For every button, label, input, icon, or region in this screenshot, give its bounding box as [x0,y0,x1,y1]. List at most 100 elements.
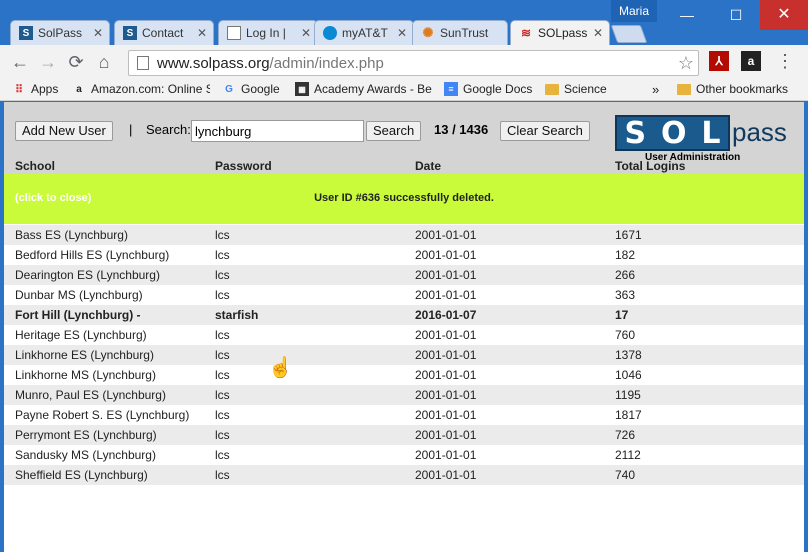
cell-school: Dunbar MS (Lynchburg) [15,288,143,302]
cell-date: 2001-01-01 [415,368,477,382]
table-row[interactable]: Linkhorne ES (Lynchburg) lcs 2001-01-01 137… [4,345,804,365]
cell-password: lcs [215,388,230,402]
separator: | [129,122,133,137]
cell-logins: 1378 [615,348,642,362]
bookmark-academy-awards[interactable]: ▦ Academy Awards - Be [295,82,433,96]
table-row[interactable]: Sandusky MS (Lynchburg) lcs 2001-01-01 2112 [4,445,804,465]
tab-solpass-active[interactable]: ≋ SOLpass ✕ [510,20,610,45]
cell-school: Payne Robert S. ES (Lynchburg) [15,408,190,422]
logo-pass-text: pass [732,117,787,147]
att-globe-icon [323,26,337,40]
tab-myatt[interactable]: myAT&T ✕ [314,20,414,45]
bookmark-amazon[interactable]: a Amazon.com: Online S [72,82,210,96]
cell-password: lcs [215,448,230,462]
bookmark-google[interactable]: G Google [222,82,280,96]
bookmark-apps[interactable]: ⠿ Apps [12,82,58,96]
bookmark-star-icon[interactable]: ☆ [678,53,694,74]
success-notice[interactable]: User ID #636 successfully deleted. (clic… [4,174,804,224]
table-row[interactable]: Bass ES (Lynchburg) lcs 2001-01-01 1671 [4,225,804,245]
column-header-total-logins[interactable]: Total Logins [615,159,685,173]
cell-logins: 266 [615,268,636,282]
maximize-button[interactable]: ☐ [712,0,760,30]
browser-toolbar: ← → ⟳ ⌂ www.solpass.org/admin/index.php … [0,45,808,79]
table-row[interactable]: Dearington ES (Lynchburg) lcs 2001-01-01 26… [4,265,804,285]
browser-menu-icon[interactable]: ⋮ [776,51,794,72]
pdf-extension-icon[interactable]: ⅄ [709,51,729,71]
table-row[interactable]: Heritage ES (Lynchburg) lcs 2001-01-01 760 [4,325,804,345]
tab-label: SolPass [38,26,83,40]
search-input[interactable] [191,120,364,142]
film-icon: ▦ [295,82,309,96]
solpass-swoosh-icon: ≋ [520,26,532,40]
column-header-password[interactable]: Password [215,159,272,173]
close-tab-icon[interactable]: ✕ [93,26,103,40]
cell-school: Bass ES (Lynchburg) [15,228,128,242]
cell-date: 2001-01-01 [415,388,477,402]
tab-login[interactable]: Log In | ✕ [218,20,318,45]
cell-date: 2001-01-01 [415,228,477,242]
add-new-user-button[interactable]: Add New User [15,121,113,141]
table-row[interactable]: Dunbar MS (Lynchburg) lcs 2001-01-01 363 [4,285,804,305]
cell-password: lcs [215,268,230,282]
cell-password: lcs [215,248,230,262]
logo-box: S O L [615,115,730,151]
close-tab-icon[interactable]: ✕ [593,26,603,40]
reload-icon[interactable]: ⟳ [62,48,90,76]
cell-date: 2016-01-07 [415,308,477,322]
url-host: www.solpass.org [157,54,270,72]
profile-badge[interactable]: Maria [611,0,657,22]
table-row[interactable]: Fort Hill (Lynchburg) - starfish 2016-01-0… [4,305,804,325]
cell-password: lcs [215,408,230,422]
page-content: Add New User | Search: Search 13 / 1436 … [4,102,804,552]
cell-date: 2001-01-01 [415,328,477,342]
home-icon[interactable]: ⌂ [90,48,118,76]
address-bar[interactable]: www.solpass.org/admin/index.php ☆ [128,50,699,76]
cell-date: 2001-01-01 [415,428,477,442]
folder-icon [545,83,559,95]
forward-arrow-icon[interactable]: → [34,48,62,76]
tab-contact[interactable]: S Contact ✕ [114,20,214,45]
close-tab-icon[interactable]: ✕ [301,26,311,40]
close-tab-icon[interactable]: ✕ [397,26,407,40]
bookmark-science[interactable]: Science [545,82,607,96]
minimize-button[interactable]: — [663,0,711,30]
cell-password: lcs [215,288,230,302]
cell-date: 2001-01-01 [415,268,477,282]
table-row[interactable]: Linkhorne MS (Lynchburg) lcs 2001-01-01 104… [4,365,804,385]
column-header-school[interactable]: School [15,159,55,173]
bookmark-label: Google Docs [463,82,533,96]
table-row[interactable]: Payne Robert S. ES (Lynchburg) lcs 2001-01… [4,405,804,425]
tab-solpass[interactable]: S SolPass ✕ [10,20,110,45]
notice-close-link[interactable]: (click to close) [15,192,91,204]
column-header-date[interactable]: Date [415,159,441,173]
table-row[interactable]: Perrymont ES (Lynchburg) lcs 2001-01-01 726 [4,425,804,445]
bookmarks-overflow-button[interactable]: » [652,82,659,97]
search-button[interactable]: Search [366,121,422,141]
table-row[interactable]: Sheffield ES (Lynchburg) lcs 2001-01-01 740 [4,465,804,485]
bookmark-label: Academy Awards - Be [314,82,432,96]
cell-logins: 1671 [615,228,642,242]
window-titlebar: Maria — ☐ ✕ S SolPass ✕ S Contact ✕ Log … [0,0,808,45]
google-icon: G [225,83,233,95]
tab-label: Contact [142,26,184,40]
table-row[interactable]: Munro, Paul ES (Lynchburg) lcs 2001-01-01 1… [4,385,804,405]
cell-date: 2001-01-01 [415,348,477,362]
solpass-favicon-icon: S [19,26,33,40]
close-tab-icon[interactable]: ✕ [197,26,207,40]
cell-logins: 760 [615,328,636,342]
close-window-button[interactable]: ✕ [760,0,808,30]
cell-password: lcs [215,368,230,382]
apps-grid-icon: ⠿ [14,83,24,96]
amazon-extension-icon[interactable]: a [741,51,761,71]
cell-password: lcs [215,428,230,442]
bookmark-google-docs[interactable]: ≡ Google Docs [444,82,532,96]
cell-school: Sandusky MS (Lynchburg) [15,448,156,462]
clear-search-button[interactable]: Clear Search [500,121,590,141]
cell-logins: 726 [615,428,636,442]
cell-logins: 2112 [615,448,641,462]
tab-suntrust[interactable]: ✺ SunTrust [412,20,508,45]
table-row[interactable]: Bedford Hills ES (Lynchburg) lcs 2001-01-0… [4,245,804,265]
new-tab-button[interactable] [610,25,648,43]
other-bookmarks[interactable]: Other bookmarks [677,82,788,96]
back-arrow-icon[interactable]: ← [6,48,34,76]
